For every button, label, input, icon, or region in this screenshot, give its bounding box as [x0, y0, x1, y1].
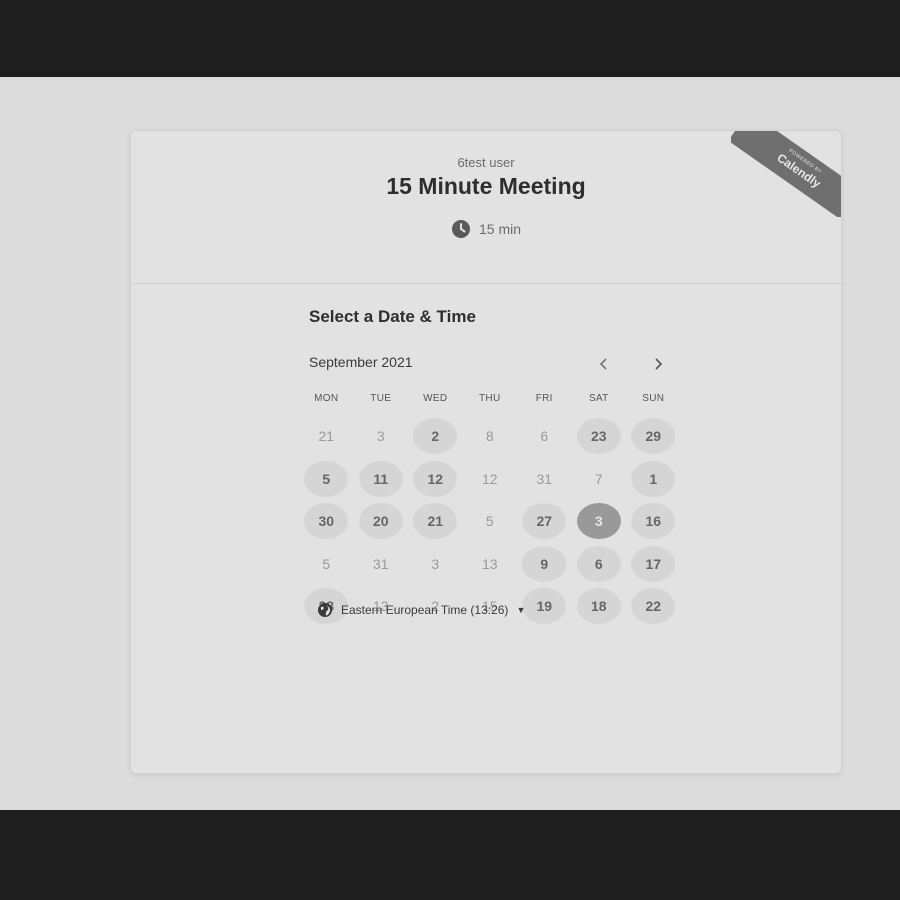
day-button[interactable]: 9	[522, 545, 567, 582]
timezone-label: Eastern European Time (13:26)	[341, 603, 509, 617]
day-cell: 3	[408, 543, 463, 586]
day-button: 7	[594, 470, 603, 487]
event-header: 6test user 15 Minute Meeting 15 min	[131, 131, 841, 284]
day-button: 31	[372, 555, 389, 572]
day-grid: 21 3 2 8 6 23 29 5 11 12 12 31 7 1 30 20 21 5 27 3 16 5 31 3 13 9…	[299, 415, 682, 628]
month-navigation: September 2021	[309, 352, 679, 376]
previous-month-button[interactable]	[592, 352, 616, 376]
day-button: 3	[431, 555, 440, 572]
day-button[interactable]: 30	[304, 503, 349, 540]
day-cell: 23	[572, 415, 627, 458]
day-cell: 21	[299, 415, 354, 458]
day-button[interactable]: 19	[522, 588, 567, 625]
day-cell: 21	[408, 500, 463, 543]
day-cell: 12	[463, 458, 518, 501]
day-cell: 6	[572, 543, 627, 586]
day-cell: 1	[626, 458, 681, 501]
day-cell: 30	[299, 500, 354, 543]
day-cell: 11	[354, 458, 409, 501]
day-cell: 16	[626, 500, 681, 543]
selected-day-button[interactable]: 3	[576, 503, 621, 540]
booking-card: POWERED BY Calendly 6test user 15 Minute…	[130, 130, 842, 774]
day-button[interactable]: 27	[522, 503, 567, 540]
weekday-label: TUE	[370, 393, 392, 404]
day-button: 21	[318, 428, 335, 445]
page-background: POWERED BY Calendly 6test user 15 Minute…	[0, 77, 900, 810]
day-cell: 7	[572, 458, 627, 501]
day-button[interactable]: 5	[304, 460, 349, 497]
weekday-label: MON	[314, 393, 339, 404]
day-cell: 6	[517, 415, 572, 458]
event-owner: 6test user	[457, 155, 515, 170]
day-cell: 31	[517, 458, 572, 501]
calendar-grid: MON TUE WED THU FRI SAT SUN 21 3 2 8 6 23 29 5 1…	[299, 393, 682, 628]
day-button[interactable]: 11	[358, 460, 403, 497]
weekday-label: SAT	[588, 393, 609, 404]
chevron-right-icon	[655, 358, 663, 370]
globe-icon	[318, 603, 332, 617]
day-cell: 5	[299, 458, 354, 501]
day-button[interactable]: 16	[631, 503, 676, 540]
weekday-label: SUN	[642, 393, 665, 404]
day-button[interactable]: 17	[631, 545, 676, 582]
day-button[interactable]: 1	[631, 460, 676, 497]
day-cell: 22	[626, 585, 681, 628]
day-cell: 5	[463, 500, 518, 543]
day-button: 12	[481, 470, 498, 487]
day-button[interactable]: 6	[576, 545, 621, 582]
day-button[interactable]: 23	[576, 418, 621, 455]
day-button: 13	[481, 555, 498, 572]
day-button[interactable]: 2	[413, 418, 458, 455]
day-button: 6	[540, 428, 549, 445]
day-button[interactable]: 20	[358, 503, 403, 540]
day-cell: 18	[572, 585, 627, 628]
weekday-label: WED	[423, 393, 448, 404]
date-picker-panel: Select a Date & Time September 2021 MON	[304, 307, 679, 625]
timezone-selector[interactable]: Eastern European Time (13:26) ▼	[317, 602, 525, 618]
day-cell: 5	[299, 543, 354, 586]
day-button: 5	[322, 555, 331, 572]
day-button[interactable]: 21	[413, 503, 458, 540]
day-cell: 3	[572, 500, 627, 543]
chevron-left-icon	[599, 358, 607, 370]
next-month-button[interactable]	[646, 352, 670, 376]
clock-icon	[451, 220, 470, 238]
day-cell: 20	[354, 500, 409, 543]
day-cell: 3	[354, 415, 409, 458]
weekday-header: MON TUE WED THU FRI SAT SUN	[299, 393, 682, 413]
day-button: 31	[536, 470, 553, 487]
day-cell: 29	[626, 415, 681, 458]
weekday-label: THU	[479, 393, 501, 404]
day-cell: 27	[517, 500, 572, 543]
day-cell: 12	[408, 458, 463, 501]
event-title: 15 Minute Meeting	[386, 173, 586, 199]
day-cell: 8	[463, 415, 518, 458]
day-cell: 17	[626, 543, 681, 586]
day-cell: 31	[354, 543, 409, 586]
day-cell: 2	[408, 415, 463, 458]
day-button: 8	[485, 428, 494, 445]
day-cell: 9	[517, 543, 572, 586]
event-duration: 15 min	[131, 219, 841, 239]
day-button: 3	[376, 428, 385, 445]
caret-down-icon: ▼	[516, 605, 526, 615]
duration-label: 15 min	[478, 221, 522, 237]
day-cell: 13	[463, 543, 518, 586]
day-button[interactable]: 29	[631, 418, 676, 455]
day-button: 5	[485, 513, 494, 530]
current-month: September 2021	[309, 354, 413, 370]
day-button[interactable]: 18	[576, 588, 621, 625]
panel-title: Select a Date & Time	[309, 307, 476, 326]
day-button[interactable]: 12	[413, 460, 458, 497]
day-button[interactable]: 22	[631, 588, 676, 625]
weekday-label: FRI	[535, 393, 553, 404]
